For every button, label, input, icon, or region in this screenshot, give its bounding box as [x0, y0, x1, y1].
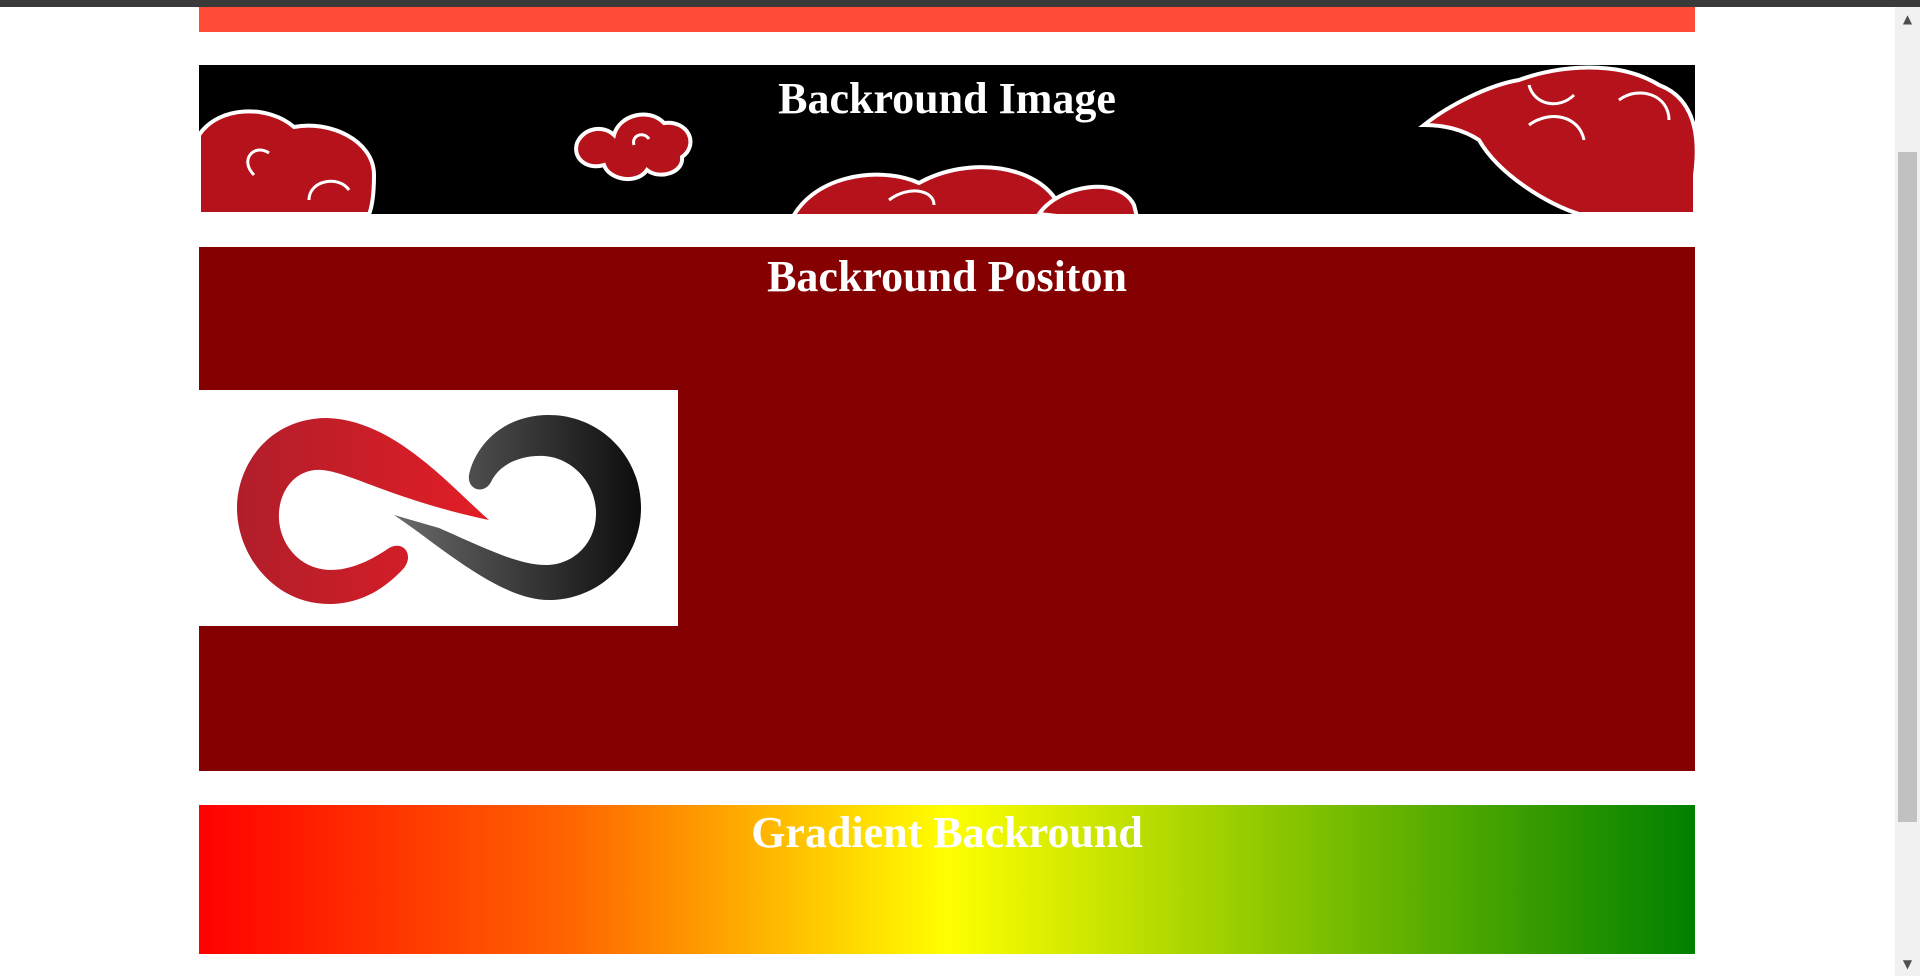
background-position-title: Backround Positon — [767, 252, 1127, 301]
gradient-background-section: Gradient Backround — [199, 805, 1695, 954]
browser-top-edge — [0, 0, 1920, 7]
background-image-title: Backround Image — [778, 74, 1116, 123]
red-header-strip — [199, 7, 1695, 32]
page-content: Backround Image Backround Positon Gradie… — [0, 7, 1895, 976]
background-image-section: Backround Image — [199, 65, 1695, 214]
chevron-down-icon[interactable]: ▼ — [1895, 954, 1920, 974]
vertical-scrollbar[interactable]: ▲ ▼ — [1895, 7, 1920, 976]
scrollbar-thumb[interactable] — [1898, 152, 1917, 822]
chevron-up-icon[interactable]: ▲ — [1895, 9, 1920, 29]
background-position-section: Backround Positon — [199, 247, 1695, 771]
gradient-background-title: Gradient Backround — [751, 808, 1143, 857]
infinity-logo-icon — [199, 390, 678, 626]
